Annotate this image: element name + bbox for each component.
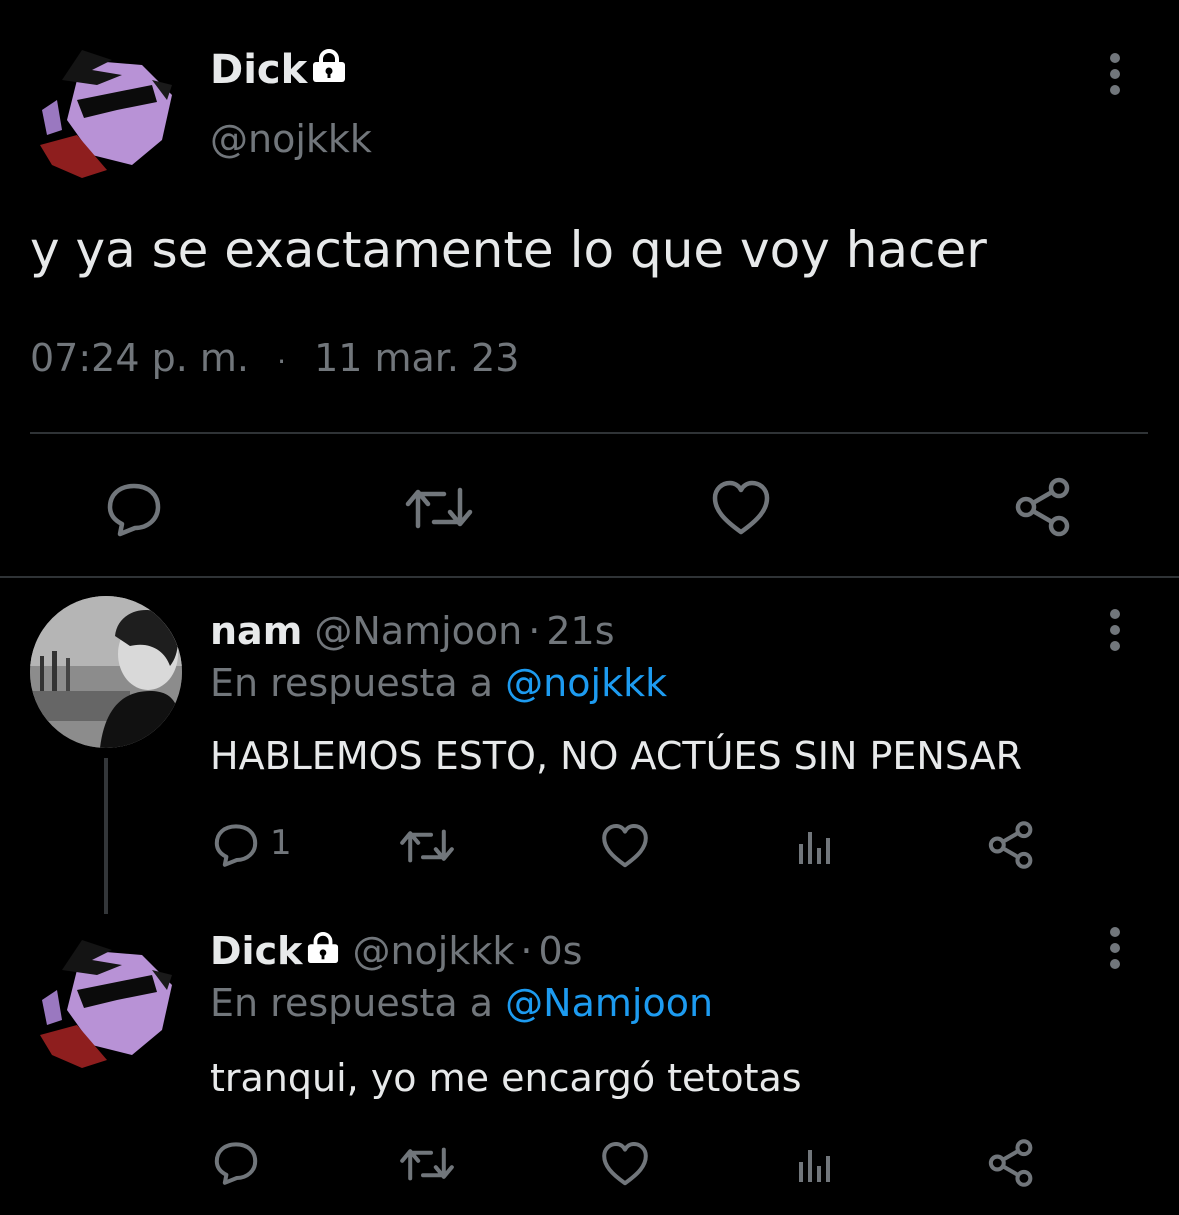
share-icon[interactable] xyxy=(986,1138,1036,1188)
reply1-display-name[interactable]: nam xyxy=(210,609,302,653)
in-reply-prefix: En respuesta a xyxy=(210,981,494,1025)
retweet-icon[interactable] xyxy=(404,478,474,538)
tweet-time: 07:24 p. m. xyxy=(30,336,249,380)
divider xyxy=(30,432,1148,434)
reply1-in-reply-to: En respuesta a @nojkkk xyxy=(210,658,667,708)
more-options-icon[interactable] xyxy=(1093,918,1137,978)
divider xyxy=(0,576,1179,578)
reply2-header[interactable]: Dick @nojkkk · 0s xyxy=(210,926,582,976)
reply2-avatar[interactable] xyxy=(22,930,182,1070)
like-icon[interactable] xyxy=(600,822,650,870)
retweet-icon[interactable] xyxy=(398,1140,456,1188)
photo-avatar-icon xyxy=(30,596,182,748)
reply2-separator: · xyxy=(520,929,533,973)
reply2-text: tranqui, yo me encargó tetotas xyxy=(210,1056,802,1100)
lock-icon xyxy=(311,44,347,96)
reply-icon[interactable] xyxy=(212,1138,260,1186)
reply-count: 1 xyxy=(270,823,292,863)
reply1-handle[interactable]: @Namjoon xyxy=(314,609,522,653)
more-options-icon[interactable] xyxy=(1093,44,1137,104)
like-icon[interactable] xyxy=(600,1140,650,1188)
in-reply-prefix: En respuesta a xyxy=(210,661,494,705)
more-options-icon[interactable] xyxy=(1093,600,1137,660)
lock-icon xyxy=(306,926,340,976)
analytics-icon[interactable] xyxy=(796,1144,836,1184)
main-tweet-author[interactable]: Dick xyxy=(210,44,347,96)
reply2-age: 0s xyxy=(538,929,583,973)
share-icon[interactable] xyxy=(1012,476,1074,538)
analytics-icon[interactable] xyxy=(796,826,836,866)
reply1-header[interactable]: nam @Namjoon · 21s xyxy=(210,606,615,656)
reply1-age: 21s xyxy=(546,609,615,653)
tweet-date: 11 mar. 23 xyxy=(314,336,520,380)
reply-icon xyxy=(214,824,258,867)
in-reply-handle-link[interactable]: @Namjoon xyxy=(505,981,713,1025)
robin-avatar-icon xyxy=(40,940,172,1068)
reply1-text: HABLEMOS ESTO, NO ACTÚES SIN PENSAR xyxy=(210,734,1023,778)
like-icon[interactable] xyxy=(710,478,772,538)
main-tweet-text: y ya se exactamente lo que voy hacer xyxy=(30,221,987,279)
reply1-reply-button[interactable]: 1 xyxy=(212,820,312,870)
reply-icon[interactable] xyxy=(104,478,164,538)
reply2-handle[interactable]: @nojkkk xyxy=(352,929,514,973)
reply1-separator: · xyxy=(528,609,541,653)
in-reply-handle-link[interactable]: @nojkkk xyxy=(505,661,667,705)
share-icon[interactable] xyxy=(986,820,1036,870)
author-display-name[interactable]: Dick xyxy=(210,47,307,93)
timestamp-separator: · xyxy=(277,345,286,378)
thread-connector-line xyxy=(104,758,108,914)
main-tweet-avatar[interactable] xyxy=(22,40,182,180)
reply1-avatar[interactable] xyxy=(30,596,182,748)
reply2-in-reply-to: En respuesta a @Namjoon xyxy=(210,978,713,1028)
robin-avatar-icon xyxy=(40,50,172,178)
tweet-timestamp[interactable]: 07:24 p. m. · 11 mar. 23 xyxy=(30,334,519,386)
reply2-display-name[interactable]: Dick xyxy=(210,929,302,973)
author-handle[interactable]: @nojkkk xyxy=(210,114,372,164)
retweet-icon[interactable] xyxy=(398,822,456,870)
